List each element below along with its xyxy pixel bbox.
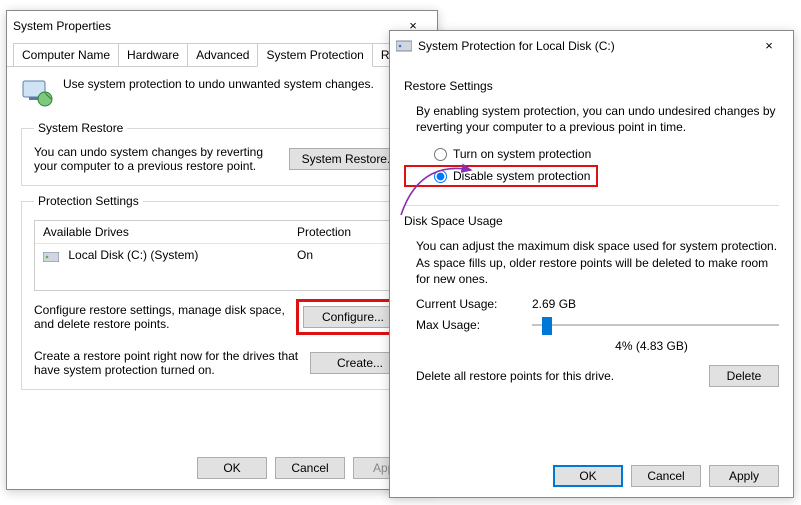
- restore-settings-label: Restore Settings: [404, 79, 779, 93]
- restore-desc: By enabling system protection, you can u…: [416, 103, 779, 135]
- close-icon[interactable]: ×: [747, 31, 791, 59]
- col-header-drives: Available Drives: [35, 221, 289, 243]
- radio-disable-label: Disable system protection: [453, 169, 590, 183]
- delete-button[interactable]: Delete: [709, 365, 779, 387]
- group-legend: Protection Settings: [34, 194, 143, 208]
- window-title: System Protection for Local Disk (C:): [418, 39, 615, 53]
- intro-text: Use system protection to undo unwanted s…: [63, 77, 374, 91]
- radio-turn-on-input[interactable]: [434, 148, 447, 161]
- tab-computer-name[interactable]: Computer Name: [13, 43, 119, 66]
- tab-advanced[interactable]: Advanced: [187, 43, 258, 66]
- tab-hardware[interactable]: Hardware: [118, 43, 188, 66]
- delete-desc: Delete all restore points for this drive…: [416, 369, 697, 383]
- cancel-button[interactable]: Cancel: [631, 465, 701, 487]
- protection-settings-group: Protection Settings Available Drives Pro…: [21, 194, 423, 390]
- disk-usage-label: Disk Space Usage: [404, 214, 779, 228]
- titlebar[interactable]: System Protection for Local Disk (C:) ×: [390, 31, 793, 61]
- configure-button[interactable]: Configure...: [303, 306, 403, 328]
- create-desc: Create a restore point right now for the…: [34, 349, 300, 377]
- hard-drive-icon: [396, 38, 412, 54]
- radio-turn-on[interactable]: Turn on system protection: [434, 147, 779, 161]
- group-legend: System Restore: [34, 121, 127, 135]
- current-usage-label: Current Usage:: [416, 297, 516, 311]
- system-restore-group: System Restore You can undo system chang…: [21, 121, 423, 186]
- tab-strip: Computer Name Hardware Advanced System P…: [7, 43, 437, 67]
- system-protection-config-dialog: System Protection for Local Disk (C:) × …: [389, 30, 794, 498]
- hard-drive-icon: [43, 251, 59, 261]
- dialog-footer: OK Cancel Apply: [7, 457, 437, 479]
- restore-desc: You can undo system changes by reverting…: [34, 145, 279, 173]
- configure-desc: Configure restore settings, manage disk …: [34, 303, 286, 331]
- apply-button[interactable]: Apply: [709, 465, 779, 487]
- radio-disable[interactable]: Disable system protection: [434, 169, 590, 183]
- ok-button[interactable]: OK: [553, 465, 623, 487]
- slider-value-text: 4% (4.83 GB): [524, 339, 779, 353]
- ok-button[interactable]: OK: [197, 457, 267, 479]
- titlebar[interactable]: System Properties ×: [7, 11, 437, 41]
- disable-highlight: Disable system protection: [404, 165, 598, 187]
- drives-list[interactable]: Available Drives Protection Local Disk (…: [34, 220, 410, 291]
- dialog-footer: OK Cancel Apply: [390, 465, 793, 487]
- monitor-shield-icon: [21, 77, 53, 109]
- window-title: System Properties: [13, 19, 111, 33]
- drive-name: Local Disk (C:) (System): [68, 248, 198, 262]
- drive-row[interactable]: Local Disk (C:) (System) On: [35, 244, 409, 266]
- radio-turn-on-label: Turn on system protection: [453, 147, 591, 161]
- max-usage-label: Max Usage:: [416, 318, 516, 332]
- slider-thumb[interactable]: [542, 317, 552, 335]
- tab-system-protection[interactable]: System Protection: [257, 43, 372, 67]
- current-usage-value: 2.69 GB: [532, 297, 576, 311]
- config-pane: Restore Settings By enabling system prot…: [390, 61, 793, 397]
- system-properties-dialog: System Properties × Computer Name Hardwa…: [6, 10, 438, 490]
- cancel-button[interactable]: Cancel: [275, 457, 345, 479]
- tab-pane: Use system protection to undo unwanted s…: [7, 67, 437, 406]
- max-usage-slider[interactable]: [532, 315, 779, 335]
- radio-disable-input[interactable]: [434, 170, 447, 183]
- usage-desc: You can adjust the maximum disk space us…: [416, 238, 779, 287]
